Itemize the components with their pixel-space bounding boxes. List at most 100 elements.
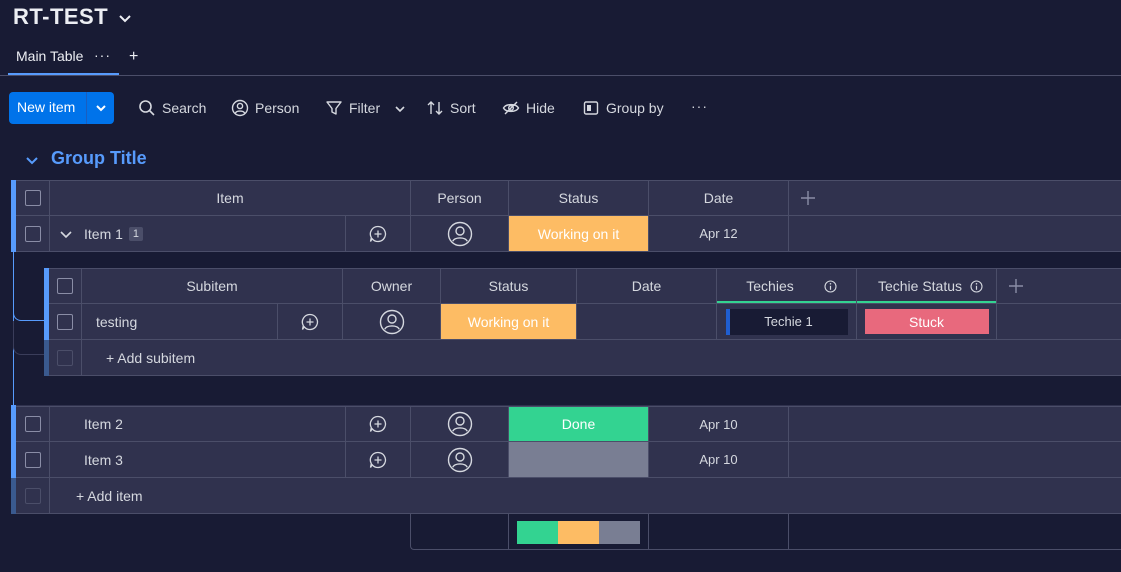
status-summary-bar[interactable]	[517, 521, 641, 544]
add-column-icon[interactable]	[1007, 277, 1025, 295]
subitem-select-cell	[49, 304, 82, 340]
row-select-cell	[16, 216, 50, 252]
subitem-status-cell[interactable]: Working on it	[441, 304, 577, 340]
new-item-button[interactable]: New item	[9, 92, 114, 124]
person-icon	[231, 99, 249, 117]
filter-button[interactable]: Filter	[325, 99, 380, 117]
subitem-name-cell[interactable]: testing	[82, 304, 278, 340]
item-updates-cell[interactable]	[346, 442, 411, 478]
column-header-techie-status[interactable]: Techie Status	[857, 268, 997, 304]
group-by-button[interactable]: Group by	[582, 99, 664, 117]
item-updates-cell[interactable]	[346, 406, 411, 442]
add-item-button[interactable]: + Add item	[76, 488, 143, 504]
row-select-cell	[16, 406, 50, 442]
chevron-down-icon[interactable]	[93, 100, 109, 116]
column-header-owner[interactable]: Owner	[343, 268, 441, 304]
column-header-subitem-status[interactable]: Status	[441, 268, 577, 304]
subitem-checkbox[interactable]	[57, 313, 73, 330]
add-subitem-button[interactable]: + Add subitem	[106, 350, 195, 366]
add-update-icon[interactable]	[300, 312, 320, 332]
status-cell[interactable]	[509, 442, 649, 478]
date-cell[interactable]: Apr 12	[649, 216, 789, 252]
tab-menu-icon[interactable]: ···	[94, 47, 111, 63]
person-label: Person	[255, 100, 300, 116]
subitem-date-cell[interactable]	[577, 304, 717, 340]
date-cell[interactable]: Apr 10	[649, 406, 789, 442]
avatar-icon[interactable]	[447, 221, 473, 247]
status-cell[interactable]: Done	[509, 406, 649, 442]
add-item-cell[interactable]: + Add item	[50, 478, 1121, 514]
tabs-divider	[0, 75, 1121, 76]
add-column-icon[interactable]	[799, 189, 817, 207]
hide-button[interactable]: Hide	[502, 99, 555, 117]
item-name-cell[interactable]: Item 1 1	[50, 216, 346, 252]
sort-icon	[427, 101, 443, 115]
status-summary-segment[interactable]	[558, 521, 599, 544]
column-header-status[interactable]: Status	[509, 180, 649, 216]
techie-status-label: Techie Status	[877, 278, 963, 294]
subitem-connector-add	[13, 321, 44, 355]
person-cell[interactable]	[411, 216, 509, 252]
add-subitem-select-cell	[49, 340, 82, 376]
column-header-person[interactable]: Person	[411, 180, 509, 216]
subitem-count-badge[interactable]: 1	[128, 226, 144, 241]
techie-status-label-stuck[interactable]: Stuck	[864, 309, 989, 334]
owner-cell[interactable]	[343, 304, 441, 340]
techie-chip[interactable]: Techie 1	[725, 308, 848, 335]
sort-button[interactable]: Sort	[426, 99, 476, 117]
person-filter-button[interactable]: Person	[231, 99, 299, 117]
status-summary-segment[interactable]	[599, 521, 641, 544]
select-all-checkbox[interactable]	[24, 190, 41, 206]
empty-cell	[789, 216, 1121, 252]
item-name-cell[interactable]: Item 3	[50, 442, 346, 478]
new-item-label: New item	[17, 99, 76, 115]
search-button[interactable]: Search	[138, 99, 206, 117]
person-cell[interactable]	[411, 442, 509, 478]
subitem-select-all-cell	[49, 268, 82, 304]
tab-main-table[interactable]: Main Table	[16, 48, 83, 64]
add-update-icon[interactable]	[368, 414, 388, 434]
date-cell[interactable]: Apr 10	[649, 442, 789, 478]
filter-icon	[326, 101, 342, 115]
chevron-down-icon[interactable]	[117, 10, 133, 26]
info-icon[interactable]	[970, 279, 983, 293]
group-collapse-icon[interactable]	[24, 152, 40, 168]
techies-cell[interactable]: Techie 1	[717, 304, 857, 340]
filter-dropdown-icon[interactable]	[393, 102, 407, 116]
row-checkbox[interactable]	[24, 416, 41, 432]
add-update-icon[interactable]	[368, 450, 388, 470]
more-options-button[interactable]: ···	[691, 98, 708, 114]
column-header-subitem-date[interactable]: Date	[577, 268, 717, 304]
add-view-button[interactable]: +	[129, 48, 138, 66]
item-updates-cell[interactable]	[346, 216, 411, 252]
add-update-icon[interactable]	[368, 224, 388, 244]
subitem-select-all-checkbox[interactable]	[57, 278, 73, 294]
add-subitem-cell[interactable]: + Add subitem	[82, 340, 1121, 376]
expand-subitems-icon[interactable]	[59, 227, 73, 241]
status-summary-segment[interactable]	[517, 521, 558, 544]
group-title[interactable]: Group Title	[51, 148, 147, 169]
board-title[interactable]: RT-TEST	[13, 4, 108, 30]
row-checkbox[interactable]	[24, 225, 41, 242]
select-all-cell	[16, 180, 50, 216]
status-cell[interactable]: Working on it	[509, 216, 649, 252]
avatar-icon[interactable]	[379, 309, 405, 335]
eye-off-icon	[502, 101, 520, 115]
item-name[interactable]: Item 2	[84, 416, 123, 432]
techie-status-cell[interactable]: Stuck	[857, 304, 997, 340]
info-icon[interactable]	[824, 279, 837, 293]
item-name[interactable]: Item 1	[84, 226, 123, 242]
item-name[interactable]: Item 3	[84, 452, 123, 468]
item-name-cell[interactable]: Item 2	[50, 406, 346, 442]
column-header-date[interactable]: Date	[649, 180, 789, 216]
row-checkbox[interactable]	[24, 451, 41, 468]
subitem-name[interactable]: testing	[96, 314, 137, 330]
column-header-item[interactable]: Item	[50, 180, 411, 216]
column-header-subitem[interactable]: Subitem	[82, 268, 343, 304]
avatar-icon[interactable]	[447, 447, 473, 473]
subitem-updates-cell[interactable]	[278, 304, 343, 340]
column-header-techies[interactable]: Techies	[717, 268, 857, 304]
group-by-icon	[583, 101, 599, 115]
avatar-icon[interactable]	[447, 411, 473, 437]
person-cell[interactable]	[411, 406, 509, 442]
